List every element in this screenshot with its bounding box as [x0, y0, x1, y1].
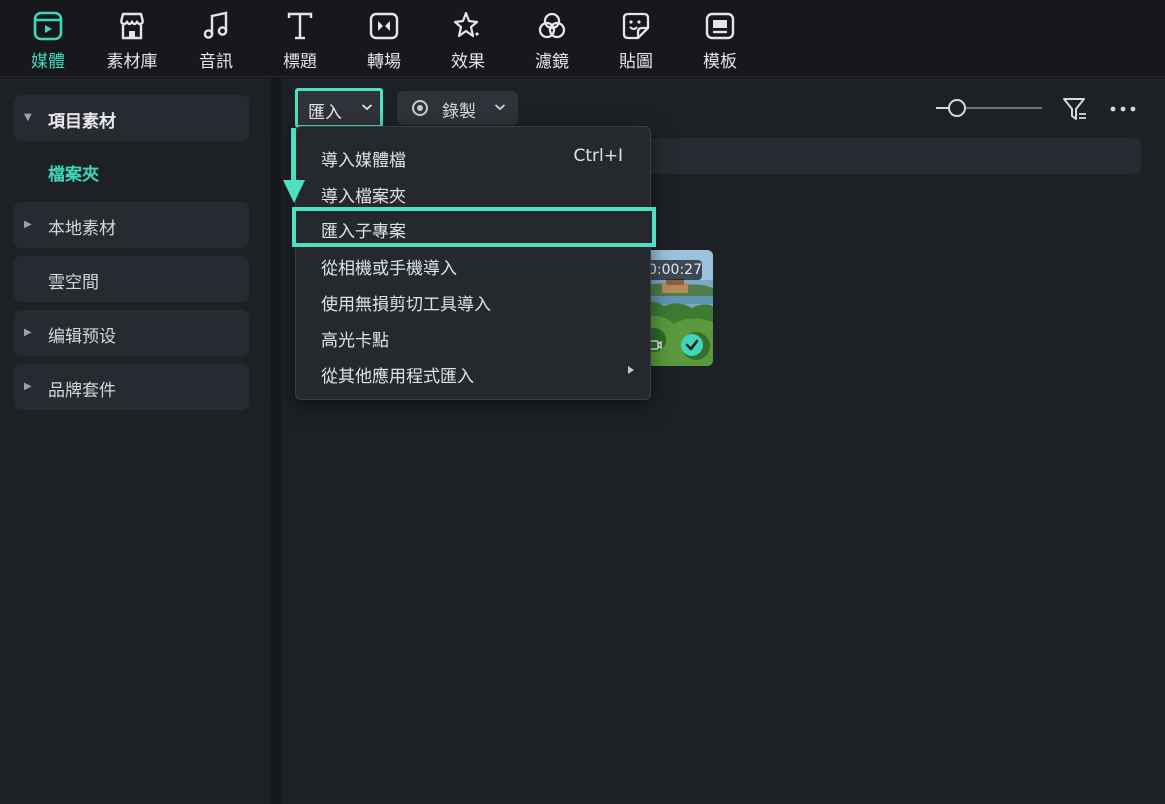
selected-check-icon: [681, 334, 703, 356]
tab-titles[interactable]: 標題: [265, 10, 335, 72]
collapsed-arrow-icon: ▶: [24, 381, 32, 392]
text-icon: [287, 12, 313, 40]
menu-item-import-subproject[interactable]: 匯入子專案: [292, 207, 656, 247]
tab-filters-label: 濾鏡: [535, 52, 569, 72]
menu-item-label: 從其他應用程式匯入: [321, 367, 474, 387]
tab-stickers-label: 貼圖: [619, 52, 653, 72]
filter-icon[interactable]: [1062, 96, 1088, 122]
menu-item-label: 導入檔案夾: [321, 187, 406, 207]
chevron-down-icon: [361, 104, 373, 111]
sidebar-item-label: 本地素材: [48, 219, 116, 239]
menu-item-import-media[interactable]: 導入媒體檔 Ctrl+I: [296, 138, 650, 174]
menu-item-label: 高光卡點: [321, 331, 389, 351]
sidebar-item-project-media[interactable]: ▼ 項目素材: [14, 95, 249, 141]
tab-effects-label: 效果: [451, 52, 485, 72]
annotation-arrow-line: [291, 128, 296, 181]
tab-media-label: 媒體: [31, 52, 65, 72]
menu-item-import-folder[interactable]: 導入檔案夾: [296, 174, 650, 210]
effects-star-icon: [453, 11, 479, 38]
filter-circles-icon: [538, 12, 566, 39]
collapsed-arrow-icon: ▶: [24, 219, 32, 230]
sidebar-item-edit-presets[interactable]: ▶ 编辑预设: [14, 310, 249, 356]
sidebar-item-brand-kit[interactable]: ▶ 品牌套件: [14, 364, 249, 410]
import-dropdown-menu: 導入媒體檔 Ctrl+I 導入檔案夾 匯入子專案 從相機或手機導入 使用無損剪切…: [292, 126, 656, 400]
chevron-down-icon: [494, 104, 506, 111]
tab-store[interactable]: 素材庫: [97, 10, 167, 72]
menu-item-import-lossless[interactable]: 使用無損剪切工具導入: [296, 282, 650, 318]
template-icon: [705, 12, 735, 40]
record-button-label: 錄製: [442, 102, 476, 122]
thumbnail-size-slider[interactable]: [936, 96, 1042, 120]
sidebar-item-cloud[interactable]: 雲空間: [14, 256, 249, 302]
sidebar-item-label: 品牌套件: [48, 381, 116, 401]
menu-item-shortcut: Ctrl+I: [573, 146, 623, 166]
tab-media[interactable]: 媒體: [13, 10, 83, 72]
music-note-icon: [203, 11, 228, 39]
media-icon: [33, 11, 63, 41]
sidebar-item-label: 雲空間: [48, 273, 99, 293]
menu-item-import-from-camera[interactable]: 從相機或手機導入: [296, 246, 650, 282]
sidebar-item-label: 编辑预设: [48, 327, 116, 347]
tab-effects[interactable]: 效果: [433, 10, 503, 72]
transition-icon: [369, 12, 399, 40]
tab-audio-label: 音訊: [199, 52, 233, 72]
top-toolbar: 媒體 素材庫 音訊 標題 轉場 效果 濾鏡 貼圖 模板: [0, 0, 1165, 77]
sidebar-item-local-media[interactable]: ▶ 本地素材: [14, 202, 249, 248]
store-icon: [119, 12, 145, 40]
more-options-icon[interactable]: [1109, 99, 1137, 119]
menu-item-label: 使用無損剪切工具導入: [321, 295, 491, 315]
sidebar: ▼ 項目素材 檔案夾 ▶ 本地素材 雲空間 ▶ 编辑预设 ▶ 品牌套件: [0, 78, 271, 804]
import-button[interactable]: 匯入: [295, 88, 383, 128]
tab-templates[interactable]: 模板: [685, 10, 755, 72]
search-bar[interactable]: [640, 138, 1141, 174]
tab-audio[interactable]: 音訊: [181, 10, 251, 72]
menu-item-beat-sync[interactable]: 高光卡點: [296, 318, 650, 354]
sidebar-item-label: 項目素材: [48, 112, 116, 132]
record-button[interactable]: 錄製: [397, 91, 518, 125]
collapsed-arrow-icon: ▶: [24, 327, 32, 338]
tab-stickers[interactable]: 貼圖: [601, 10, 671, 72]
sidebar-item-folder[interactable]: 檔案夾: [48, 160, 99, 185]
menu-item-label: 導入媒體檔: [321, 151, 406, 171]
expanded-arrow-icon: ▼: [24, 112, 32, 123]
slider-knob[interactable]: [948, 99, 966, 117]
tab-templates-label: 模板: [703, 52, 737, 72]
tab-titles-label: 標題: [283, 52, 317, 72]
record-icon: [412, 100, 428, 116]
tab-transitions-label: 轉場: [367, 52, 401, 72]
menu-item-label: 匯入子專案: [321, 222, 406, 242]
tab-filters[interactable]: 濾鏡: [517, 10, 587, 72]
submenu-arrow-icon: [628, 366, 634, 374]
tab-transitions[interactable]: 轉場: [349, 10, 419, 72]
annotation-arrow-head-icon: [283, 180, 305, 203]
menu-item-label: 從相機或手機導入: [321, 259, 457, 279]
sticker-icon: [622, 12, 650, 40]
tab-store-label: 素材庫: [106, 52, 158, 72]
menu-item-import-other-apps[interactable]: 從其他應用程式匯入: [296, 354, 650, 390]
import-button-label: 匯入: [308, 103, 342, 123]
